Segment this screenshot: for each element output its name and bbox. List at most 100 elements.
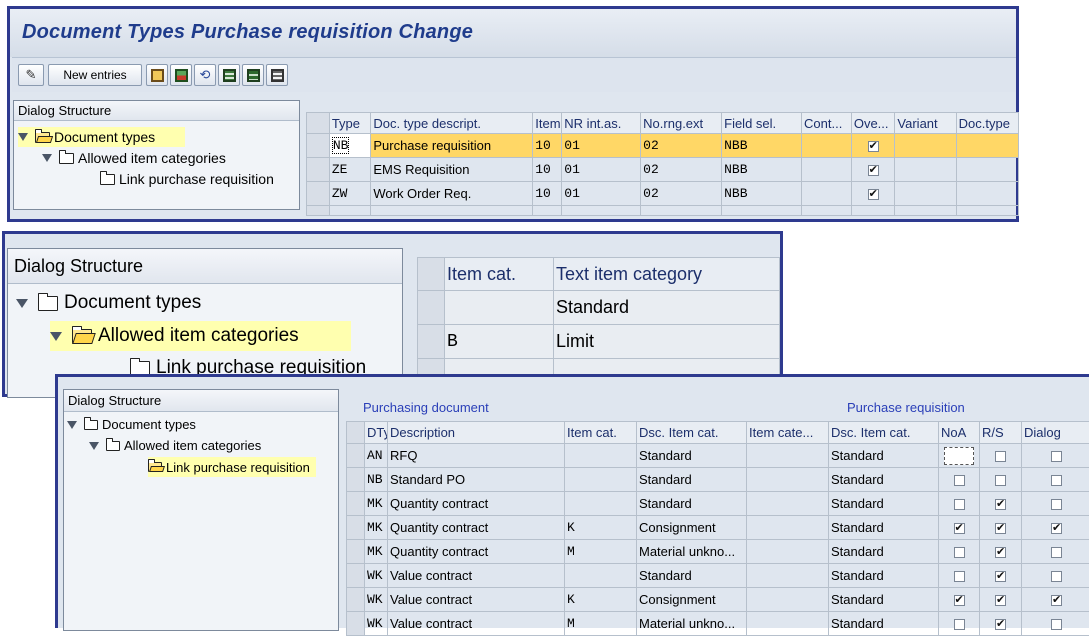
cell-cont[interactable] (802, 134, 852, 158)
cell-req-item-cat[interactable] (747, 612, 829, 636)
cell-dsc-item-cat[interactable]: Material unkno... (637, 612, 747, 636)
column-header[interactable]: DTy. (365, 422, 388, 444)
row-selector[interactable] (347, 588, 365, 612)
dialog-checkbox[interactable] (1051, 523, 1062, 534)
rs-checkbox[interactable] (995, 499, 1006, 510)
cell-cont[interactable] (802, 158, 852, 182)
row-selector[interactable] (347, 492, 365, 516)
cell-cont[interactable] (802, 182, 852, 206)
dialog-checkbox[interactable] (1051, 475, 1062, 486)
cell-req-item-cat[interactable] (747, 468, 829, 492)
cell-dialog[interactable] (1022, 540, 1089, 564)
column-header[interactable]: Item cat. (445, 258, 554, 291)
cell-req-dsc-item-cat[interactable]: Standard (829, 492, 939, 516)
row-selector[interactable] (307, 134, 330, 158)
cell-dty[interactable]: MK (365, 540, 388, 564)
cell-nr-int[interactable]: 01 (562, 134, 641, 158)
table-row[interactable]: Standard (418, 291, 780, 325)
cell-item-cat[interactable] (565, 564, 637, 588)
table-row[interactable]: NB Purchase requisition 10 01 02 NBB (307, 134, 1019, 158)
overview-checkbox[interactable] (868, 189, 879, 200)
column-header[interactable]: Cont... (802, 113, 852, 134)
cell-req-item-cat[interactable] (747, 564, 829, 588)
cell-variant[interactable] (895, 182, 956, 206)
cell-dty[interactable]: MK (365, 492, 388, 516)
cell-dsc-item-cat[interactable]: Consignment (637, 516, 747, 540)
column-header[interactable]: Dsc. Item cat. (637, 422, 747, 444)
cell-item-cat[interactable] (565, 492, 637, 516)
column-header[interactable]: Dialog (1022, 422, 1089, 444)
row-selector[interactable] (347, 564, 365, 588)
cell-field-sel[interactable]: NBB (722, 134, 802, 158)
overview-checkbox[interactable] (868, 165, 879, 176)
cell-item-cat[interactable]: K (565, 516, 637, 540)
cell-item[interactable]: 10 (533, 134, 562, 158)
cell-item-cat[interactable] (445, 291, 554, 325)
column-header[interactable]: No.rng.ext (641, 113, 722, 134)
cell-description[interactable]: Standard PO (388, 468, 565, 492)
cell-item[interactable]: 10 (533, 158, 562, 182)
noa-checkbox[interactable] (954, 547, 965, 558)
expand-triangle-icon[interactable] (16, 299, 28, 308)
row-selector[interactable] (418, 291, 445, 325)
tree-node-document-types[interactable]: Document types (18, 127, 185, 147)
cell-req-item-cat[interactable] (747, 540, 829, 564)
tree-node-link-purchase-requisition[interactable]: Link purchase requisition (100, 169, 274, 189)
dialog-checkbox[interactable] (1051, 451, 1062, 462)
cell-no-rng-ext[interactable]: 02 (641, 182, 722, 206)
cell-dsc-item-cat[interactable]: Standard (637, 564, 747, 588)
rs-checkbox[interactable] (995, 451, 1006, 462)
column-header[interactable]: Item cate... (747, 422, 829, 444)
noa-checkbox[interactable] (954, 523, 965, 534)
row-selector[interactable] (347, 540, 365, 564)
rs-checkbox[interactable] (995, 523, 1006, 534)
row-selector[interactable] (347, 612, 365, 636)
cell-rs[interactable] (980, 588, 1022, 612)
select-all-cell[interactable] (418, 258, 445, 291)
column-header[interactable]: Doc.type (956, 113, 1018, 134)
cell-req-dsc-item-cat[interactable]: Standard (829, 612, 939, 636)
dialog-checkbox[interactable] (1051, 595, 1062, 606)
cell-dialog[interactable] (1022, 612, 1089, 636)
cell-overview[interactable] (851, 158, 895, 182)
cell-dsc-item-cat[interactable]: Standard (637, 444, 747, 468)
table-row[interactable]: WKValue contractKConsignmentStandard (347, 588, 1089, 612)
cell-dty[interactable]: WK (365, 612, 388, 636)
cell-req-dsc-item-cat[interactable]: Standard (829, 564, 939, 588)
column-header[interactable]: Dsc. Item cat. (829, 422, 939, 444)
cell-req-dsc-item-cat[interactable]: Standard (829, 516, 939, 540)
cell-description[interactable]: EMS Requisition (371, 158, 533, 182)
cell-description[interactable]: Value contract (388, 588, 565, 612)
cell-noa[interactable] (939, 612, 980, 636)
cell-type[interactable]: ZW (329, 182, 371, 206)
cell-nr-int[interactable]: 01 (562, 158, 641, 182)
noa-checkbox[interactable] (944, 447, 974, 465)
cell-rs[interactable] (980, 468, 1022, 492)
tree-node-document-types[interactable]: Document types (16, 289, 201, 317)
cell-noa[interactable] (939, 516, 980, 540)
column-header[interactable]: Item cat. (565, 422, 637, 444)
rs-checkbox[interactable] (995, 475, 1006, 486)
tree-node-link-purchase-requisition[interactable]: Link purchase requisition (148, 457, 316, 477)
table-row[interactable]: MKQuantity contractStandardStandard (347, 492, 1089, 516)
cell-dialog[interactable] (1022, 492, 1089, 516)
table-row[interactable]: MKQuantity contractKConsignmentStandard (347, 516, 1089, 540)
display-change-button[interactable]: ✎ (18, 64, 44, 86)
cell-field-sel[interactable]: NBB (722, 158, 802, 182)
table-row[interactable]: NBStandard POStandardStandard (347, 468, 1089, 492)
noa-checkbox[interactable] (954, 475, 965, 486)
select-block-button[interactable] (242, 64, 264, 86)
tree-node-allowed-item-categories[interactable]: Allowed item categories (89, 436, 261, 455)
cell-dty[interactable]: AN (365, 444, 388, 468)
cell-req-item-cat[interactable] (747, 492, 829, 516)
deselect-all-button[interactable] (266, 64, 288, 86)
table-row[interactable]: ZE EMS Requisition 10 01 02 NBB (307, 158, 1019, 182)
column-header[interactable]: Type (329, 113, 371, 134)
cell-rs[interactable] (980, 564, 1022, 588)
expand-triangle-icon[interactable] (67, 421, 77, 429)
column-header[interactable]: NR int.as. (562, 113, 641, 134)
cell-req-dsc-item-cat[interactable]: Standard (829, 540, 939, 564)
cell-description[interactable]: Quantity contract (388, 540, 565, 564)
cell-overview[interactable] (851, 182, 895, 206)
cell-dialog[interactable] (1022, 516, 1089, 540)
